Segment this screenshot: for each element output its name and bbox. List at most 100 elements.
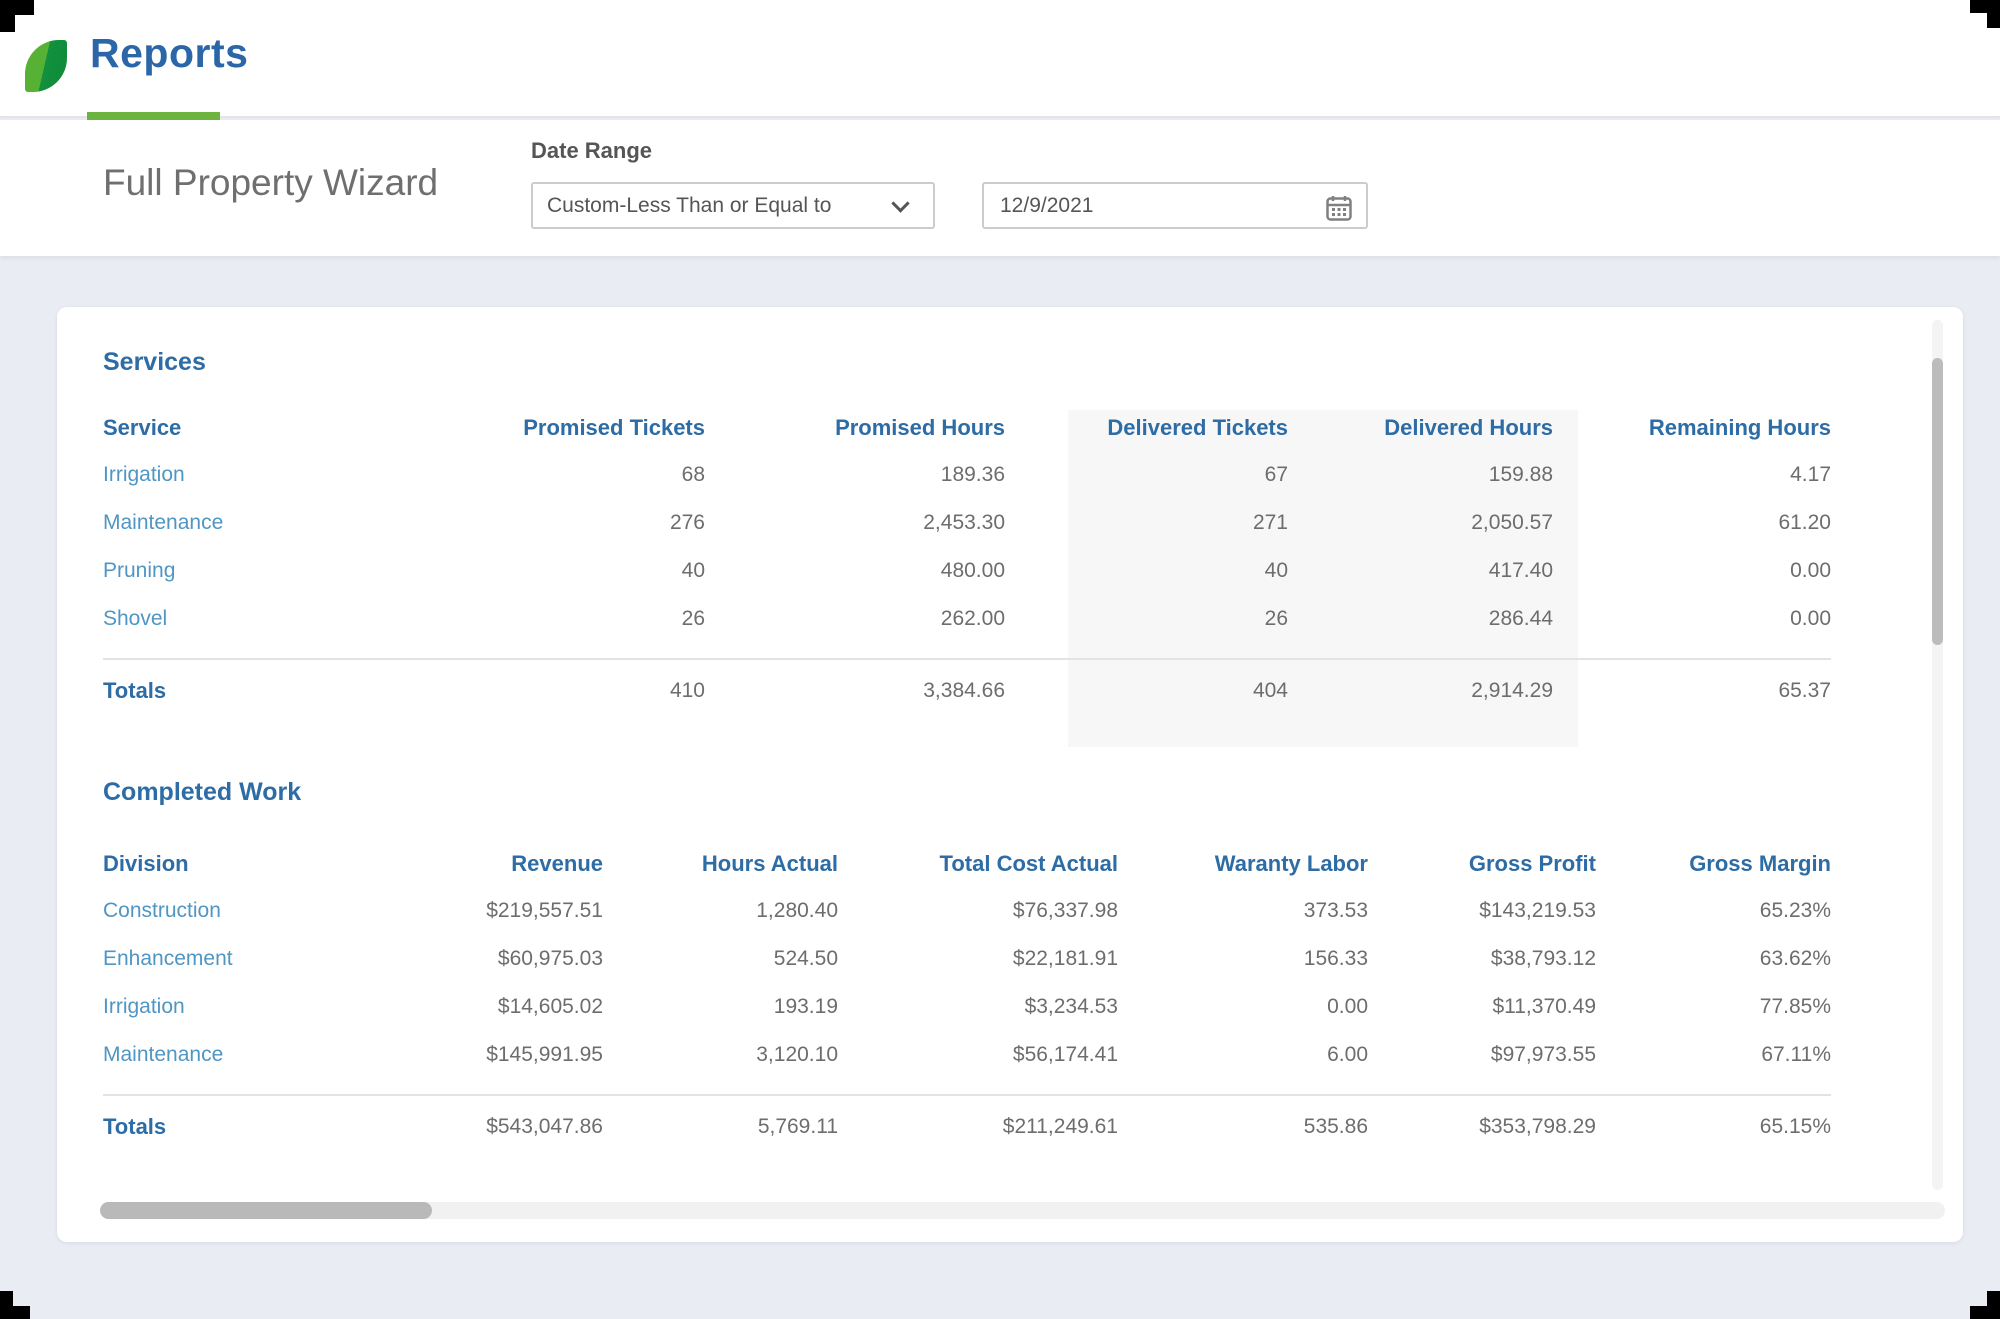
- cell: $60,975.03: [383, 935, 603, 983]
- service-link[interactable]: Irrigation: [103, 463, 185, 486]
- cell: 189.36: [705, 451, 1005, 499]
- column-header-delivered-hours: Delivered Hours: [1288, 405, 1553, 451]
- date-input[interactable]: 12/9/2021: [982, 182, 1368, 229]
- cell: 65.37: [1553, 659, 1831, 721]
- cell: $353,798.29: [1368, 1095, 1596, 1157]
- tab-reports[interactable]: Reports: [90, 0, 248, 118]
- table-row: Irrigation $14,605.02 193.19 $3,234.53 0…: [103, 983, 1831, 1031]
- cell: 65.23%: [1596, 887, 1831, 935]
- top-nav: Reports: [0, 0, 2000, 118]
- services-header-row: Service Promised Tickets Promised Hours …: [103, 405, 1831, 451]
- table-row: Pruning 40 480.00 40 417.40 0.00: [103, 547, 1831, 595]
- cell: 156.33: [1118, 935, 1368, 983]
- cell: 286.44: [1288, 595, 1553, 643]
- totals-label: Totals: [103, 659, 403, 721]
- cell: 262.00: [705, 595, 1005, 643]
- column-header-gross-profit: Gross Profit: [1368, 841, 1596, 887]
- cell: 61.20: [1553, 499, 1831, 547]
- cell: $145,991.95: [383, 1031, 603, 1079]
- cell: 2,914.29: [1288, 659, 1553, 721]
- division-link[interactable]: Enhancement: [103, 947, 233, 970]
- column-header-gross-margin: Gross Margin: [1596, 841, 1831, 887]
- cell: 26: [403, 595, 705, 643]
- cell: 65.15%: [1596, 1095, 1831, 1157]
- service-link[interactable]: Pruning: [103, 559, 175, 582]
- cell: $143,219.53: [1368, 887, 1596, 935]
- table-row: Maintenance 276 2,453.30 271 2,050.57 61…: [103, 499, 1831, 547]
- cell: 535.86: [1118, 1095, 1368, 1157]
- totals-row: Totals 410 3,384.66 404 2,914.29 65.37: [103, 659, 1831, 721]
- services-table: Service Promised Tickets Promised Hours …: [103, 405, 1831, 721]
- date-value: 12/9/2021: [1000, 194, 1093, 217]
- date-range-operator-select[interactable]: Custom-Less Than or Equal to: [531, 182, 935, 229]
- table-row: Construction $219,557.51 1,280.40 $76,33…: [103, 887, 1831, 935]
- column-header-remaining-hours: Remaining Hours: [1553, 405, 1831, 451]
- vertical-scrollbar[interactable]: [1932, 320, 1943, 1190]
- cell: $14,605.02: [383, 983, 603, 1031]
- cell: $97,973.55: [1368, 1031, 1596, 1079]
- cell: $56,174.41: [838, 1031, 1118, 1079]
- chevron-down-icon: [891, 194, 909, 212]
- leaf-logo-icon[interactable]: [25, 40, 67, 92]
- cell: 40: [1005, 547, 1288, 595]
- cell: 480.00: [705, 547, 1005, 595]
- table-row: Maintenance $145,991.95 3,120.10 $56,174…: [103, 1031, 1831, 1079]
- services-section-title: Services: [103, 347, 1917, 377]
- cell: 26: [1005, 595, 1288, 643]
- cell: $11,370.49: [1368, 983, 1596, 1031]
- cell: 271: [1005, 499, 1288, 547]
- cell: $211,249.61: [838, 1095, 1118, 1157]
- vertical-scrollbar-thumb[interactable]: [1932, 358, 1943, 645]
- cell: 2,050.57: [1288, 499, 1553, 547]
- cell: 417.40: [1288, 547, 1553, 595]
- column-header-division: Division: [103, 841, 383, 887]
- cell: 40: [403, 547, 705, 595]
- cell: $76,337.98: [838, 887, 1118, 935]
- horizontal-scrollbar[interactable]: [100, 1202, 1945, 1219]
- completed-work-section-title: Completed Work: [103, 777, 1917, 807]
- active-tab-underline: [87, 112, 220, 120]
- cell: $38,793.12: [1368, 935, 1596, 983]
- report-header: Full Property Wizard Date Range Custom-L…: [0, 120, 2000, 256]
- completed-work-table: Division Revenue Hours Actual Total Cost…: [103, 841, 1831, 1157]
- crop-mark-top-left: [0, 0, 15, 32]
- cell: 6.00: [1118, 1031, 1368, 1079]
- calendar-icon[interactable]: [1326, 193, 1352, 219]
- cell: 63.62%: [1596, 935, 1831, 983]
- cell: 524.50: [603, 935, 838, 983]
- service-link[interactable]: Shovel: [103, 607, 167, 630]
- cell: 2,453.30: [705, 499, 1005, 547]
- crop-mark-bottom-left: [0, 1291, 13, 1319]
- cell: 5,769.11: [603, 1095, 838, 1157]
- totals-row: Totals $543,047.86 5,769.11 $211,249.61 …: [103, 1095, 1831, 1157]
- cell: $3,234.53: [838, 983, 1118, 1031]
- cell: 276: [403, 499, 705, 547]
- crop-mark-bottom-right: [1987, 1291, 2000, 1319]
- cell: 404: [1005, 659, 1288, 721]
- cell: 0.00: [1118, 983, 1368, 1031]
- cell: $543,047.86: [383, 1095, 603, 1157]
- completed-work-header-row: Division Revenue Hours Actual Total Cost…: [103, 841, 1831, 887]
- date-range-operator-value: Custom-Less Than or Equal to: [547, 194, 831, 217]
- column-header-revenue: Revenue: [383, 841, 603, 887]
- service-link[interactable]: Maintenance: [103, 511, 223, 534]
- cell: 1,280.40: [603, 887, 838, 935]
- table-row: Irrigation 68 189.36 67 159.88 4.17: [103, 451, 1831, 499]
- division-link[interactable]: Maintenance: [103, 1043, 223, 1066]
- cell: $219,557.51: [383, 887, 603, 935]
- column-header-delivered-tickets: Delivered Tickets: [1005, 405, 1288, 451]
- cell: 0.00: [1553, 547, 1831, 595]
- cell: 4.17: [1553, 451, 1831, 499]
- column-header-service: Service: [103, 405, 403, 451]
- cell: $22,181.91: [838, 935, 1118, 983]
- horizontal-scrollbar-thumb[interactable]: [100, 1202, 432, 1219]
- division-link[interactable]: Irrigation: [103, 995, 185, 1018]
- date-range-label: Date Range: [531, 138, 652, 164]
- division-link[interactable]: Construction: [103, 899, 221, 922]
- totals-label: Totals: [103, 1095, 383, 1157]
- cell: 373.53: [1118, 887, 1368, 935]
- table-row: Shovel 26 262.00 26 286.44 0.00: [103, 595, 1831, 643]
- column-header-hours-actual: Hours Actual: [603, 841, 838, 887]
- cell: 3,120.10: [603, 1031, 838, 1079]
- cell: 0.00: [1553, 595, 1831, 643]
